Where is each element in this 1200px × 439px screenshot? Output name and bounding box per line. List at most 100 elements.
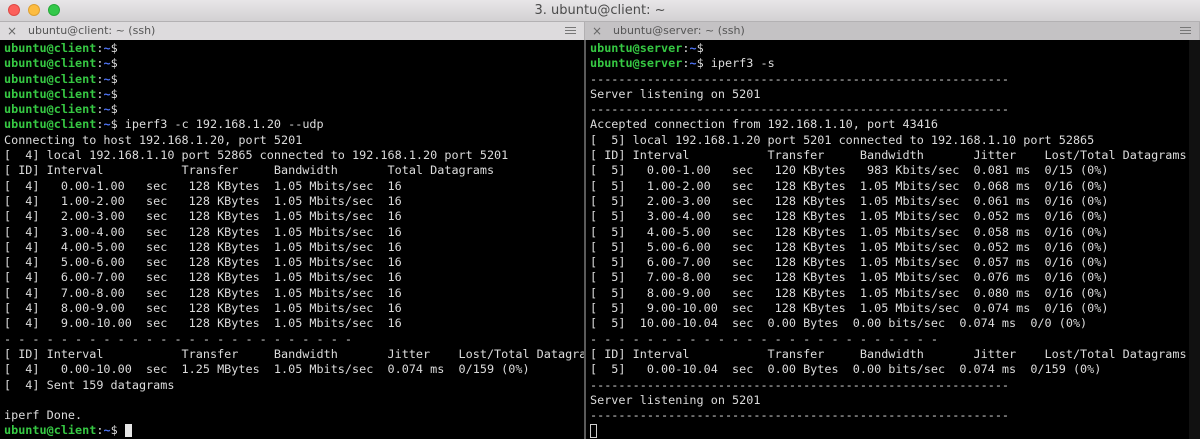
terminal-line: [ 5] 9.00-10.00 sec 128 KBytes 1.05 Mbit… [590, 301, 1187, 316]
output-text: [ 5] 1.00-2.00 sec 128 KBytes 1.05 Mbits… [590, 178, 1109, 193]
terminal-line: [ 5] 6.00-7.00 sec 128 KBytes 1.05 Mbits… [590, 255, 1187, 270]
terminal-line: ubuntu@client:~$ [4, 71, 118, 86]
output-text: [ 5] 9.00-10.00 sec 128 KBytes 1.05 Mbit… [590, 301, 1109, 316]
terminal-line: [ ID] Interval Transfer Bandwidth Jitter… [4, 347, 584, 362]
terminal-line: [ 5] 3.00-4.00 sec 128 KBytes 1.05 Mbits… [590, 209, 1187, 224]
output-text: ----------------------------------------… [590, 408, 1010, 423]
terminal-line [590, 423, 1187, 438]
terminal-line: [ 4] 9.00-10.00 sec 128 KBytes 1.05 Mbit… [4, 316, 584, 331]
prompt-user-host: ubuntu@client [4, 56, 97, 71]
client-terminal-pane[interactable]: ubuntu@client:~$ ubuntu@client:~$ ubuntu@c… [0, 40, 584, 439]
terminal-line: [ 4] 8.00-9.00 sec 128 KBytes 1.05 Mbits… [4, 301, 584, 316]
tab-label: ubuntu@server: ~ (ssh) [613, 24, 745, 37]
tab-client[interactable]: × ubuntu@client: ~ (ssh) [0, 22, 585, 40]
prompt-path: ~ [103, 71, 111, 86]
output-text: [ 5] 8.00-9.00 sec 128 KBytes 1.05 Mbits… [590, 285, 1109, 300]
window-title: 3. ubuntu@client: ~ [534, 3, 666, 18]
output-text: [ ID] Interval Transfer Bandwidth Jitter… [590, 346, 1187, 361]
command-text: iperf3 -c 192.168.1.20 --udp [117, 117, 324, 132]
prompt-user-host: ubuntu@server [590, 56, 683, 71]
text-cursor [124, 424, 132, 438]
terminal-line: [ ID] Interval Transfer Bandwidth Total … [4, 163, 584, 178]
terminal-line: [ 4] 0.00-10.00 sec 1.25 MBytes 1.05 Mbi… [4, 362, 584, 377]
terminal-line: ubuntu@server:~$ iperf3 -s [590, 56, 775, 71]
close-icon[interactable]: × [592, 23, 602, 39]
terminal-line: [ 5] 0.00-10.04 sec 0.00 Bytes 0.00 bits… [590, 362, 1187, 377]
terminal-line: ----------------------------------------… [590, 378, 1187, 393]
terminal-line: Connecting to host 192.168.1.20, port 52… [4, 133, 584, 148]
terminal-line: [ 4] 7.00-8.00 sec 128 KBytes 1.05 Mbits… [4, 286, 584, 301]
terminal-line: [ 5] 10.00-10.04 sec 0.00 Bytes 0.00 bit… [590, 316, 1187, 331]
tab-bar: × ubuntu@client: ~ (ssh) × ubuntu@server… [0, 22, 1200, 40]
prompt-path: ~ [103, 102, 111, 117]
terminal-line: iperf Done. [4, 408, 584, 423]
output-text: [ 5] 2.00-3.00 sec 128 KBytes 1.05 Mbits… [590, 193, 1109, 208]
terminal-line: ubuntu@client:~$ [4, 102, 118, 117]
output-text: [ 4] Sent 159 datagrams [4, 377, 175, 392]
output-text: - - - - - - - - - - - - - - - - - - - - … [4, 331, 353, 346]
hamburger-menu-icon[interactable] [1180, 27, 1191, 35]
prompt-path: ~ [103, 56, 111, 71]
output-text: [ 4] 1.00-2.00 sec 128 KBytes 1.05 Mbits… [4, 193, 402, 208]
terminal-line: [ 4] 3.00-4.00 sec 128 KBytes 1.05 Mbits… [4, 225, 584, 240]
terminal-window: 3. ubuntu@client: ~ × ubuntu@client: ~ (… [0, 0, 1200, 439]
output-text: [ 4] local 192.168.1.10 port 52865 conne… [4, 148, 509, 163]
terminal-line: ubuntu@client:~$ iperf3 -c 192.168.1.20 … [4, 117, 324, 132]
title-bar[interactable]: 3. ubuntu@client: ~ [0, 0, 1200, 22]
prompt-user-host: ubuntu@server [590, 41, 683, 55]
client-terminal-output: ubuntu@client:~$ ubuntu@client:~$ ubuntu@c… [4, 41, 584, 439]
prompt-user-host: ubuntu@client [4, 423, 97, 438]
terminal-line: [ 4] 5.00-6.00 sec 128 KBytes 1.05 Mbits… [4, 255, 584, 270]
terminal-line: [ 4] 6.00-7.00 sec 128 KBytes 1.05 Mbits… [4, 270, 584, 285]
terminal-line: ubuntu@client:~$ [4, 423, 584, 438]
output-text: [ ID] Interval Transfer Bandwidth Total … [4, 163, 495, 178]
output-text: [ 5] 3.00-4.00 sec 128 KBytes 1.05 Mbits… [590, 209, 1109, 224]
terminal-line: [ 4] 0.00-1.00 sec 128 KBytes 1.05 Mbits… [4, 179, 584, 194]
terminal-line: Accepted connection from 192.168.1.10, p… [590, 117, 1187, 132]
terminal-line: - - - - - - - - - - - - - - - - - - - - … [4, 332, 584, 347]
terminal-line: [ ID] Interval Transfer Bandwidth Jitter… [590, 347, 1187, 362]
terminal-line: Server listening on 5201 [590, 87, 1187, 102]
output-text: [ ID] Interval Transfer Bandwidth Jitter… [590, 148, 1187, 163]
output-text: [ 4] 8.00-9.00 sec 128 KBytes 1.05 Mbits… [4, 301, 402, 316]
prompt-user-host: ubuntu@client [4, 86, 97, 101]
terminal-line: ----------------------------------------… [590, 408, 1187, 423]
output-text: ----------------------------------------… [590, 71, 1010, 86]
tab-server[interactable]: × ubuntu@server: ~ (ssh) [585, 22, 1200, 40]
prompt-path: ~ [103, 423, 111, 438]
output-text: ----------------------------------------… [590, 377, 1010, 392]
hamburger-menu-icon[interactable] [565, 27, 576, 35]
output-text: [ 5] 10.00-10.04 sec 0.00 Bytes 0.00 bit… [590, 316, 1088, 331]
server-terminal-output: ubuntu@server:~$ ubuntu@server:~$ iperf3 … [590, 41, 1187, 439]
output-text: [ 5] local 192.168.1.20 port 5201 connec… [590, 132, 1095, 147]
terminal-line: Server listening on 5201 [590, 393, 1187, 408]
output-text: [ 4] 3.00-4.00 sec 128 KBytes 1.05 Mbits… [4, 224, 402, 239]
terminal-line: [ 5] 1.00-2.00 sec 128 KBytes 1.05 Mbits… [590, 179, 1187, 194]
output-text: [ 5] 0.00-10.04 sec 0.00 Bytes 0.00 bits… [590, 362, 1102, 377]
terminal-line: [ 5] 5.00-6.00 sec 128 KBytes 1.05 Mbits… [590, 240, 1187, 255]
output-text: [ 5] 5.00-6.00 sec 128 KBytes 1.05 Mbits… [590, 239, 1109, 254]
prompt-user-host: ubuntu@client [4, 117, 97, 132]
output-text: [ 4] 9.00-10.00 sec 128 KBytes 1.05 Mbit… [4, 316, 402, 331]
terminal-line: ubuntu@server:~$ [590, 41, 704, 55]
output-text: Connecting to host 192.168.1.20, port 52… [4, 132, 303, 147]
server-terminal-pane[interactable]: ubuntu@server:~$ ubuntu@server:~$ iperf3 … [586, 40, 1200, 439]
terminal-line: [ 4] 4.00-5.00 sec 128 KBytes 1.05 Mbits… [4, 240, 584, 255]
output-text: Accepted connection from 192.168.1.10, p… [590, 117, 939, 132]
output-text: [ 4] 7.00-8.00 sec 128 KBytes 1.05 Mbits… [4, 285, 402, 300]
terminal-line: [ 5] local 192.168.1.20 port 5201 connec… [590, 133, 1187, 148]
output-text: [ 4] 4.00-5.00 sec 128 KBytes 1.05 Mbits… [4, 239, 402, 254]
terminal-line: ubuntu@client:~$ [4, 56, 118, 71]
terminal-line: [ 4] 2.00-3.00 sec 128 KBytes 1.05 Mbits… [4, 209, 584, 224]
output-text: Server listening on 5201 [590, 86, 761, 101]
terminal-line: ubuntu@client:~$ [4, 41, 118, 55]
scrollbar[interactable] [1189, 40, 1200, 439]
output-text: Server listening on 5201 [590, 392, 761, 407]
terminal-line: ----------------------------------------… [590, 102, 1187, 117]
output-text: iperf Done. [4, 408, 83, 423]
prompt-path: ~ [689, 56, 697, 71]
close-icon[interactable]: × [7, 23, 17, 39]
output-text: - - - - - - - - - - - - - - - - - - - - … [590, 331, 939, 346]
prompt-path: ~ [103, 86, 111, 101]
prompt-user-host: ubuntu@client [4, 102, 97, 117]
